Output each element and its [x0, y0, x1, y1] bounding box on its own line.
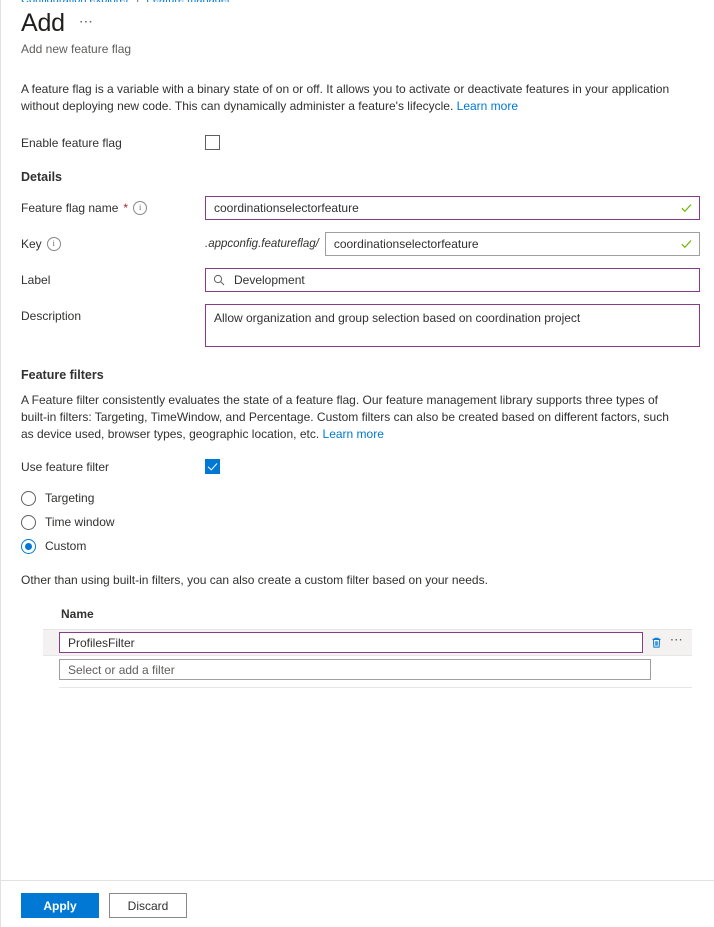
key-field-wrap: .appconfig.featureflag/ [205, 232, 700, 256]
enable-feature-flag-label: Enable feature flag [21, 135, 122, 150]
description-label-text: Description [21, 309, 82, 323]
custom-filter-note: Other than using built-in filters, you c… [21, 573, 488, 587]
ellipsis-icon[interactable]: ⋯ [668, 633, 686, 649]
title-row: Add ⋯ [21, 8, 700, 38]
add-filter-row [43, 656, 692, 683]
breadcrumb[interactable]: Configuration explorer | Feature manager [21, 0, 700, 2]
feature-flag-name-row: Feature flag name * i [21, 196, 700, 220]
required-marker: * [123, 201, 129, 215]
label-input[interactable] [205, 268, 700, 292]
blade-content: Configuration explorer | Feature manager… [1, 0, 714, 880]
label-field-wrap [205, 268, 700, 292]
breadcrumb-item-1[interactable]: Feature manager [146, 0, 230, 2]
apply-button[interactable]: Apply [21, 893, 99, 918]
blade-header: Add ⋯ Add new feature flag [21, 0, 700, 57]
feature-filters-paragraph: A Feature filter consistently evaluates … [21, 392, 676, 443]
label-field-label: Label [21, 268, 205, 288]
radio-time-window-label: Time window [45, 515, 115, 529]
page-subtitle: Add new feature flag [21, 42, 132, 56]
description-field-wrap [205, 304, 700, 350]
table-bottom-divider [59, 687, 692, 688]
details-section-title: Details [21, 170, 62, 184]
radio-targeting[interactable]: Targeting [21, 486, 700, 510]
discard-button[interactable]: Discard [109, 893, 187, 918]
enable-feature-flag-checkbox[interactable] [205, 135, 220, 150]
row-actions: ⋯ [649, 633, 686, 652]
blade-footer: Apply Discard [1, 880, 714, 927]
filter-name-input[interactable] [59, 632, 643, 653]
feature-flag-name-field-wrap [205, 196, 700, 220]
description-row: Description [21, 304, 700, 350]
label-field-label-text: Label [21, 273, 51, 287]
radio-targeting-label: Targeting [45, 491, 95, 505]
label-row: Label [21, 268, 700, 292]
radio-custom-label: Custom [45, 539, 87, 553]
custom-filters-table: Name ⋯ [43, 607, 692, 688]
key-line: .appconfig.featureflag/ [205, 232, 700, 256]
radio-time-window-indicator[interactable] [21, 514, 36, 530]
feature-flag-name-label-text: Feature flag name [21, 201, 119, 215]
key-label: Key i [21, 232, 205, 252]
page-title: Add [21, 9, 65, 37]
trash-icon[interactable] [649, 634, 665, 652]
info-icon[interactable]: i [133, 201, 148, 215]
key-prefix: .appconfig.featureflag/ [205, 238, 319, 250]
trash-icon-glyph [652, 637, 661, 648]
description-label: Description [21, 304, 205, 324]
feature-filters-section-title: Feature filters [21, 368, 104, 382]
radio-custom-indicator[interactable] [21, 538, 36, 554]
add-filter-input[interactable] [59, 659, 651, 680]
more-actions-icon[interactable]: ⋯ [75, 13, 98, 33]
key-input[interactable] [324, 232, 700, 256]
key-row: Key i .appconfig.featureflag/ [21, 232, 700, 256]
table-row: ⋯ [43, 629, 692, 656]
info-icon[interactable]: i [46, 237, 61, 251]
filter-type-radio-group: Targeting Time window Custom [21, 486, 700, 558]
use-feature-filter-row: Use feature filter [21, 459, 700, 474]
use-feature-filter-label: Use feature filter [21, 459, 110, 474]
breadcrumb-item-0[interactable]: Configuration explorer [21, 0, 129, 2]
key-field [324, 232, 700, 256]
feature-filters-learn-more-link[interactable]: Learn more [323, 427, 384, 441]
intro-paragraph: A feature flag is a variable with a bina… [21, 81, 676, 115]
radio-custom[interactable]: Custom [21, 534, 700, 558]
add-feature-flag-blade: Configuration explorer | Feature manager… [0, 0, 714, 927]
filters-column-header-name: Name [61, 607, 94, 621]
feature-flag-name-input[interactable] [205, 196, 700, 220]
intro-learn-more-link[interactable]: Learn more [457, 99, 518, 113]
use-feature-filter-checkbox[interactable] [205, 459, 220, 474]
radio-targeting-indicator[interactable] [21, 490, 36, 506]
radio-time-window[interactable]: Time window [21, 510, 700, 534]
intro-text: A feature flag is a variable with a bina… [21, 82, 670, 113]
breadcrumb-separator: | [136, 0, 139, 2]
key-label-text: Key [21, 237, 42, 251]
enable-feature-flag-row: Enable feature flag [21, 135, 700, 150]
feature-flag-name-label: Feature flag name * i [21, 196, 205, 216]
description-textarea[interactable] [205, 304, 700, 347]
